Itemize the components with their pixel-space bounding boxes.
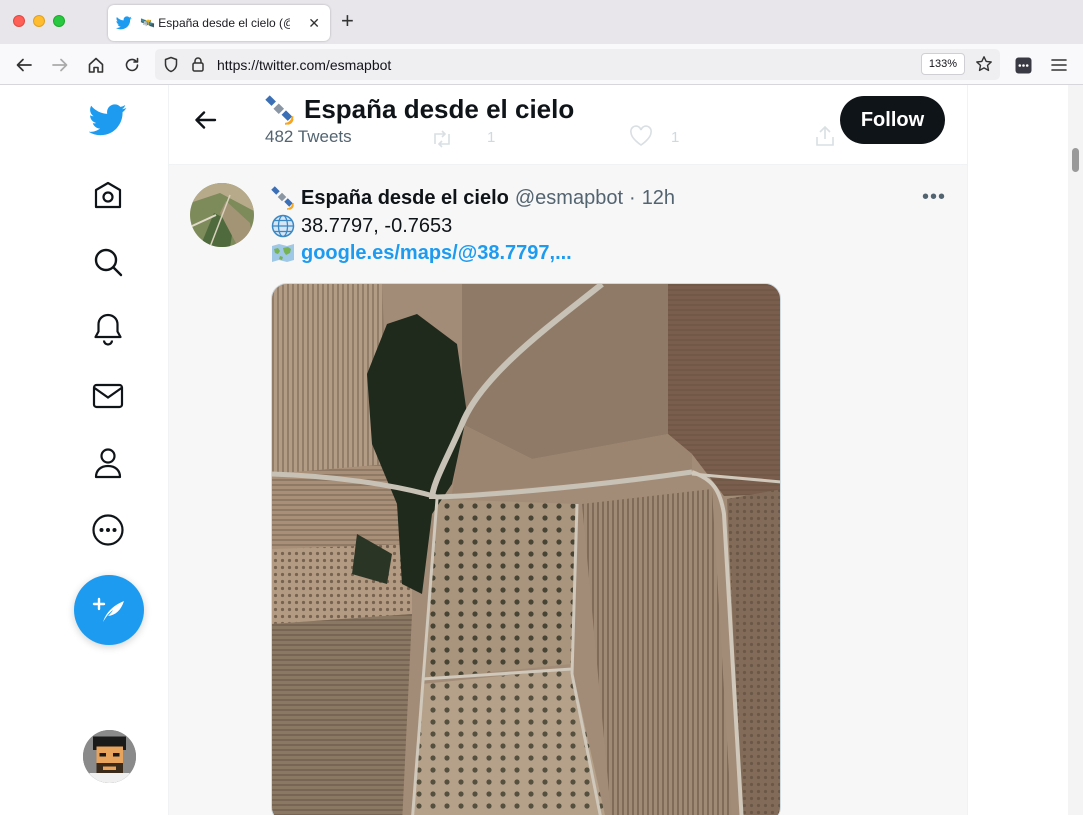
profile-name-row: España desde el cielo [265,94,574,125]
satellite-icon [271,186,295,210]
globe-icon [271,214,295,238]
home-button[interactable] [83,52,109,78]
browser-toolbar: https://twitter.com/esmapbot 133% [0,44,1083,85]
bookmark-star-icon[interactable] [975,55,993,78]
follow-button[interactable]: Follow [840,96,945,144]
notifications-bell-icon[interactable] [88,309,128,349]
url-text[interactable]: https://twitter.com/esmapbot [217,57,391,73]
compose-feather-icon [92,597,124,622]
page-scrollbar-thumb[interactable] [1072,148,1079,172]
tweet-author-avatar[interactable] [190,183,254,247]
shield-icon[interactable] [163,56,179,78]
tweet-count: 482 Tweets [265,127,352,146]
satellite-icon [265,94,295,125]
world-map-icon [271,241,295,265]
tab-title: 🛰️ España desde el cielo (@esmapbot [140,16,290,30]
home-icon[interactable] [88,175,128,215]
tweet-coordinates: 38.7797, -0.7653 [301,214,453,237]
tweet-aerial-photo[interactable] [271,283,781,815]
extension-button[interactable] [1010,52,1036,78]
tweet-map-link[interactable]: google.es/maps/@38.7797,... [301,242,572,265]
tweet-article[interactable]: España desde el cielo @esmapbot · 12h ••… [169,166,967,815]
twitter-favicon-icon [116,15,132,31]
tweet-more-button[interactable]: ••• [922,186,946,209]
ghost-share-icon [814,125,836,151]
page-scrollbar-track[interactable] [1068,85,1083,815]
reload-button[interactable] [119,52,145,78]
tweet-separator: · [629,186,636,209]
tweet-handle[interactable]: @esmapbot [515,187,623,210]
ghost-retweet-icon [431,130,453,152]
user-avatar[interactable] [83,730,136,783]
menu-button[interactable] [1046,52,1072,78]
profile-name: España desde el cielo [304,94,575,124]
tweet-link-line: google.es/maps/@38.7797,... [271,241,572,265]
tweet-display-name[interactable]: España desde el cielo [301,187,509,210]
tab-bar: 🛰️ España desde el cielo (@esmapbot ✕ + [0,0,1083,44]
home-icon [88,57,104,73]
tweet-coordinates-line: 38.7797, -0.7653 [271,214,452,238]
reload-icon [125,57,139,72]
zoom-window-button[interactable] [53,15,65,27]
profile-header: 1 1 España desde el cielo 482 Tweets Fol… [169,85,967,165]
browser-tab[interactable]: 🛰️ España desde el cielo (@esmapbot ✕ [108,5,330,41]
address-bar[interactable]: https://twitter.com/esmapbot 133% [155,49,1000,80]
new-tab-button[interactable]: + [341,10,354,32]
twitter-logo-icon[interactable] [88,100,128,140]
forward-button[interactable] [47,52,73,78]
ghost-like-count: 1 [671,129,680,146]
ghost-reply-count: 1 [487,129,496,146]
close-window-button[interactable] [13,15,25,27]
profile-person-icon[interactable] [88,443,128,483]
explore-search-icon[interactable] [88,242,128,282]
zoom-level-indicator[interactable]: 133% [921,53,965,75]
back-arrow-icon [16,58,32,72]
forward-arrow-icon [52,58,68,72]
tweet-time[interactable]: 12h [642,187,675,210]
back-arrow-icon [195,111,217,129]
tweet-header: España desde el cielo @esmapbot · 12h [271,186,675,210]
lock-icon[interactable] [191,56,205,78]
more-options-icon[interactable] [88,510,128,550]
tab-close-icon[interactable]: ✕ [308,15,320,32]
minimize-window-button[interactable] [33,15,45,27]
compose-tweet-button[interactable] [74,575,144,645]
back-arrow-button[interactable] [191,105,221,135]
hamburger-menu-icon [1051,59,1067,71]
ghost-like-icon [629,125,653,151]
extension-icon [1015,57,1031,73]
messages-envelope-icon[interactable] [88,376,128,416]
back-button[interactable] [11,52,37,78]
